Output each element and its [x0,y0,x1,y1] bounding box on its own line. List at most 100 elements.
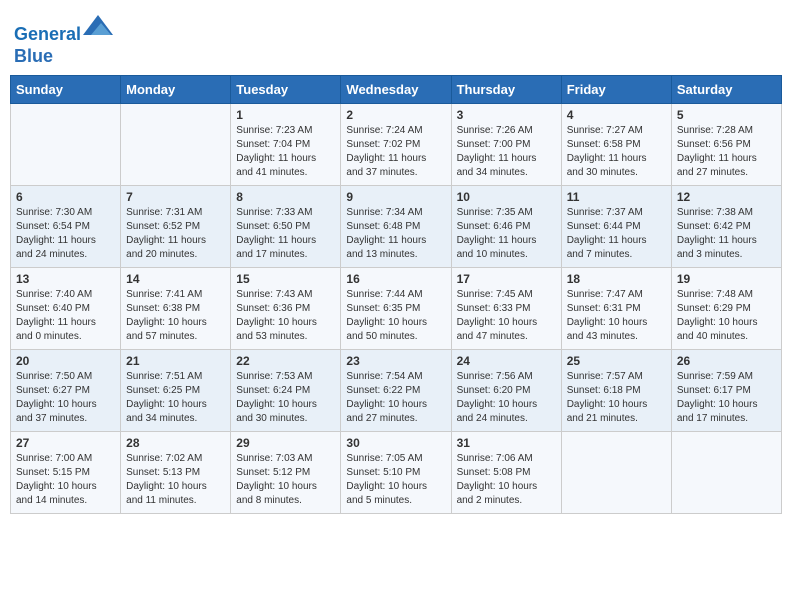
calendar-cell: 24 Sunrise: 7:56 AM Sunset: 6:20 PM Dayli… [451,350,561,432]
day-info: Sunrise: 7:51 AM Sunset: 6:25 PM Dayligh… [126,370,225,426]
day-info: Sunrise: 7:43 AM Sunset: 6:36 PM Dayligh… [236,288,335,344]
day-info: Sunrise: 7:31 AM Sunset: 6:52 PM Dayligh… [126,206,225,262]
day-info: Sunrise: 7:45 AM Sunset: 6:33 PM Dayligh… [457,288,556,344]
week-row-3: 13Sunrise: 7:40 AM Sunset: 6:40 PM Dayli… [11,268,782,350]
day-info: Sunrise: 7:02 AM Sunset: 5:13 PM Dayligh… [126,452,225,508]
day-number: 21 [126,354,225,368]
week-row-2: 6 Sunrise: 7:30 AM Sunset: 6:54 PM Daylig… [11,186,782,268]
day-info: Sunrise: 7:54 AM Sunset: 6:22 PM Dayligh… [346,370,445,426]
day-number: 30 [346,436,445,450]
day-number: 22 [236,354,335,368]
day-number: 24 [457,354,556,368]
day-info: Sunrise: 7:59 AM Sunset: 6:17 PM Dayligh… [677,370,776,426]
calendar-cell: 6 Sunrise: 7:30 AM Sunset: 6:54 PM Daylig… [11,186,121,268]
calendar-cell: 2 Sunrise: 7:24 AM Sunset: 7:02 PM Daylig… [341,104,451,186]
day-info: Sunrise: 7:53 AM Sunset: 6:24 PM Dayligh… [236,370,335,426]
weekday-header-saturday: Saturday [671,76,781,104]
calendar-cell: 11 Sunrise: 7:37 AM Sunset: 6:44 PM Dayli… [561,186,671,268]
day-info: Sunrise: 7:35 AM Sunset: 6:46 PM Dayligh… [457,206,556,262]
day-number: 20 [16,354,115,368]
weekday-header-monday: Monday [121,76,231,104]
day-number: 23 [346,354,445,368]
day-number: 3 [457,108,556,122]
day-number: 2 [346,108,445,122]
week-row-1: 1 Sunrise: 7:23 AM Sunset: 7:04 PM Daylig… [11,104,782,186]
calendar-cell: 26 Sunrise: 7:59 AM Sunset: 6:17 PM Dayli… [671,350,781,432]
weekday-header-sunday: Sunday [11,76,121,104]
weekday-header-thursday: Thursday [451,76,561,104]
calendar-cell: 27 Sunrise: 7:00 AM Sunset: 5:15 PM Dayli… [11,432,121,514]
day-info: Sunrise: 7:26 AM Sunset: 7:00 PM Dayligh… [457,124,556,180]
calendar-cell [561,432,671,514]
calendar-cell: 19 Sunrise: 7:48 AM Sunset: 6:29 PM Dayli… [671,268,781,350]
calendar-cell: 8 Sunrise: 7:33 AM Sunset: 6:50 PM Daylig… [231,186,341,268]
calendar-cell: 18 Sunrise: 7:47 AM Sunset: 6:31 PM Dayli… [561,268,671,350]
day-info: Sunrise: 7:00 AM Sunset: 5:15 PM Dayligh… [16,452,115,508]
calendar-cell [671,432,781,514]
calendar-table: SundayMondayTuesdayWednesdayThursdayFrid… [10,75,782,514]
calendar-cell: 29 Sunrise: 7:03 AM Sunset: 5:12 PM Dayli… [231,432,341,514]
day-number: 28 [126,436,225,450]
day-info: Sunrise: 7:05 AM Sunset: 5:10 PM Dayligh… [346,452,445,508]
calendar-cell [121,104,231,186]
day-number: 15 [236,272,335,286]
calendar-cell: 25Sunrise: 7:57 AM Sunset: 6:18 PM Dayli… [561,350,671,432]
day-info: Sunrise: 7:27 AM Sunset: 6:58 PM Dayligh… [567,124,666,180]
day-number: 31 [457,436,556,450]
weekday-header-wednesday: Wednesday [341,76,451,104]
day-info: Sunrise: 7:23 AM Sunset: 7:04 PM Dayligh… [236,124,335,180]
day-info: Sunrise: 7:50 AM Sunset: 6:27 PM Dayligh… [16,370,115,426]
day-number: 6 [16,190,115,204]
day-info: Sunrise: 7:44 AM Sunset: 6:35 PM Dayligh… [346,288,445,344]
calendar-cell: 13Sunrise: 7:40 AM Sunset: 6:40 PM Dayli… [11,268,121,350]
day-number: 11 [567,190,666,204]
calendar-cell: 5Sunrise: 7:28 AM Sunset: 6:56 PM Daylig… [671,104,781,186]
day-info: Sunrise: 7:41 AM Sunset: 6:38 PM Dayligh… [126,288,225,344]
calendar-cell [11,104,121,186]
day-number: 26 [677,354,776,368]
calendar-cell: 4 Sunrise: 7:27 AM Sunset: 6:58 PM Daylig… [561,104,671,186]
calendar-cell: 17Sunrise: 7:45 AM Sunset: 6:33 PM Dayli… [451,268,561,350]
day-number: 9 [346,190,445,204]
day-info: Sunrise: 7:47 AM Sunset: 6:31 PM Dayligh… [567,288,666,344]
day-info: Sunrise: 7:06 AM Sunset: 5:08 PM Dayligh… [457,452,556,508]
logo-icon [83,10,113,40]
calendar-cell: 30 Sunrise: 7:05 AM Sunset: 5:10 PM Dayli… [341,432,451,514]
header-row: SundayMondayTuesdayWednesdayThursdayFrid… [11,76,782,104]
week-row-5: 27 Sunrise: 7:00 AM Sunset: 5:15 PM Dayli… [11,432,782,514]
day-number: 14 [126,272,225,286]
calendar-cell: 3 Sunrise: 7:26 AM Sunset: 7:00 PM Daylig… [451,104,561,186]
day-number: 29 [236,436,335,450]
week-row-4: 20 Sunrise: 7:50 AM Sunset: 6:27 PM Dayli… [11,350,782,432]
calendar-cell: 28 Sunrise: 7:02 AM Sunset: 5:13 PM Dayli… [121,432,231,514]
weekday-header-friday: Friday [561,76,671,104]
day-info: Sunrise: 7:48 AM Sunset: 6:29 PM Dayligh… [677,288,776,344]
day-number: 13 [16,272,115,286]
calendar-cell: 12Sunrise: 7:38 AM Sunset: 6:42 PM Dayli… [671,186,781,268]
day-number: 7 [126,190,225,204]
day-number: 27 [16,436,115,450]
day-number: 19 [677,272,776,286]
day-number: 8 [236,190,335,204]
day-number: 18 [567,272,666,286]
day-info: Sunrise: 7:33 AM Sunset: 6:50 PM Dayligh… [236,206,335,262]
logo-general: General [14,24,81,44]
day-info: Sunrise: 7:30 AM Sunset: 6:54 PM Dayligh… [16,206,115,262]
calendar-cell: 20 Sunrise: 7:50 AM Sunset: 6:27 PM Dayli… [11,350,121,432]
day-number: 10 [457,190,556,204]
day-info: Sunrise: 7:28 AM Sunset: 6:56 PM Dayligh… [677,124,776,180]
calendar-cell: 15 Sunrise: 7:43 AM Sunset: 6:36 PM Dayli… [231,268,341,350]
day-number: 16 [346,272,445,286]
day-number: 4 [567,108,666,122]
day-info: Sunrise: 7:56 AM Sunset: 6:20 PM Dayligh… [457,370,556,426]
calendar-cell: 10 Sunrise: 7:35 AM Sunset: 6:46 PM Dayli… [451,186,561,268]
logo: General Blue [14,10,113,67]
day-info: Sunrise: 7:57 AM Sunset: 6:18 PM Dayligh… [567,370,666,426]
day-info: Sunrise: 7:24 AM Sunset: 7:02 PM Dayligh… [346,124,445,180]
calendar-cell: 23 Sunrise: 7:54 AM Sunset: 6:22 PM Dayli… [341,350,451,432]
calendar-cell: 21 Sunrise: 7:51 AM Sunset: 6:25 PM Dayli… [121,350,231,432]
day-info: Sunrise: 7:03 AM Sunset: 5:12 PM Dayligh… [236,452,335,508]
day-info: Sunrise: 7:37 AM Sunset: 6:44 PM Dayligh… [567,206,666,262]
day-number: 1 [236,108,335,122]
calendar-cell: 7 Sunrise: 7:31 AM Sunset: 6:52 PM Daylig… [121,186,231,268]
